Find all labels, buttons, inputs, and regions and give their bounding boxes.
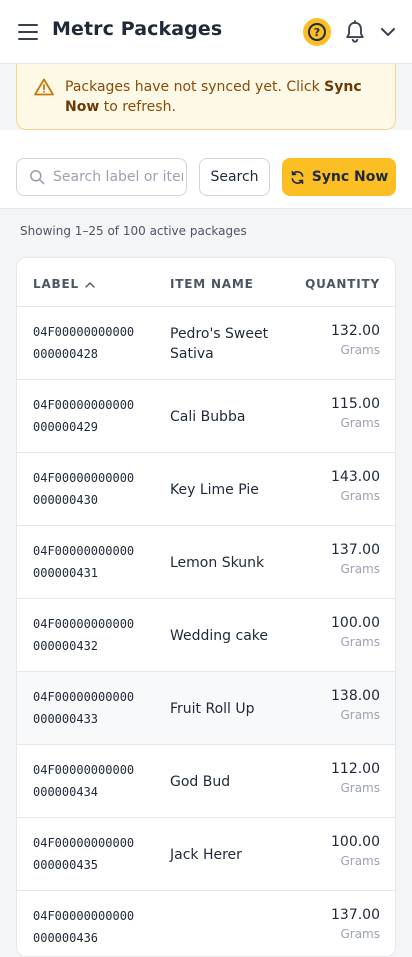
sync-now-label: Sync Now [311,169,389,185]
quantity: 143.00 Grams [331,469,380,503]
item-name: Wedding cake [170,627,269,644]
column-header-item-name[interactable]: ITEM NAME [170,277,254,291]
table-row[interactable]: 04F00000000000 000000433 Fruit Roll Up 13… [17,672,395,745]
quantity-unit: Grams [340,781,380,795]
package-label: 04F00000000000 000000434 [33,763,135,799]
table-row[interactable]: 04F00000000000 000000429 Cali Bubba 115.0… [17,380,395,453]
chevron-down-icon[interactable] [380,26,396,38]
table-body: 04F00000000000 000000428 Pedro's Sweet Sa… [17,307,395,956]
quantity-unit: Grams [340,854,380,868]
warning-triangle-icon [34,78,54,96]
item-name: Pedro's Sweet Sativa [170,325,269,362]
menu-icon[interactable] [18,24,38,40]
page-title: Metrc Packages [52,18,223,40]
quantity-unit: Grams [340,927,380,941]
package-label: 04F00000000000 000000432 [33,617,135,653]
quantity-unit: Grams [340,489,380,503]
refresh-icon [291,170,304,184]
search-toolbar: Search Sync Now [0,130,412,209]
bell-icon[interactable] [344,20,366,44]
sync-now-button[interactable]: Sync Now [282,158,396,196]
results-summary: Showing 1–25 of 100 active packages [20,224,247,238]
item-name: Lemon Skunk [170,554,265,571]
package-label: 04F00000000000 000000436 [33,909,135,945]
table-row[interactable]: 04F00000000000 000000430 Key Lime Pie 143… [17,453,395,526]
package-label: 04F00000000000 000000430 [33,471,135,507]
table-row[interactable]: 04F00000000000 000000436 137.00 Grams [17,891,395,956]
item-name: Jack Herer [170,846,242,863]
banner-message: Packages have not synced yet. Click Sync… [65,79,362,115]
package-label: 04F00000000000 000000428 [33,325,135,361]
item-name: Key Lime Pie [170,481,259,498]
quantity-unit: Grams [340,708,380,722]
quantity: 137.00 Grams [331,907,380,941]
quantity: 138.00 Grams [331,688,380,722]
search-button[interactable]: Search [199,158,270,196]
table-row[interactable]: 04F00000000000 000000434 God Bud 112.00 Gr… [17,745,395,818]
quantity: 100.00 Grams [331,834,380,868]
package-label: 04F00000000000 000000435 [33,836,135,872]
quantity-unit: Grams [340,416,380,430]
item-name [170,891,290,956]
package-label: 04F00000000000 000000431 [33,544,135,580]
table-row[interactable]: 04F00000000000 000000435 Jack Herer 100.0… [17,818,395,891]
table-row[interactable]: 04F00000000000 000000428 Pedro's Sweet Sa… [17,307,395,380]
item-name: Cali Bubba [170,408,246,425]
column-header-quantity[interactable]: QUANTITY [305,277,380,291]
table-header: LABEL ITEM NAME QUANTITY [17,258,395,307]
column-header-label[interactable]: LABEL [33,277,95,291]
search-icon [30,170,45,185]
item-name: God Bud [170,773,231,790]
packages-table: LABEL ITEM NAME QUANTITY 04F00000000000 0… [16,257,396,957]
quantity: 112.00 Grams [331,761,380,795]
chevron-up-icon [85,281,95,288]
app-header: Metrc Packages ? [0,0,412,64]
sync-warning-banner: Packages have not synced yet. Click Sync… [16,64,396,130]
help-button[interactable]: ? [303,18,331,46]
quantity: 137.00 Grams [331,542,380,576]
quantity-unit: Grams [340,343,380,357]
quantity: 100.00 Grams [331,615,380,649]
quantity: 115.00 Grams [331,396,380,430]
quantity: 132.00 Grams [331,323,380,357]
table-row[interactable]: 04F00000000000 000000432 Wedding cake 100… [17,599,395,672]
question-circle-icon: ? [308,23,326,41]
quantity-unit: Grams [340,635,380,649]
package-label: 04F00000000000 000000433 [33,690,135,726]
search-field[interactable] [16,158,187,196]
item-name: Fruit Roll Up [170,700,255,717]
quantity-unit: Grams [340,562,380,576]
table-row[interactable]: 04F00000000000 000000431 Lemon Skunk 137.… [17,526,395,599]
package-label: 04F00000000000 000000429 [33,398,135,434]
search-input[interactable] [53,169,183,185]
